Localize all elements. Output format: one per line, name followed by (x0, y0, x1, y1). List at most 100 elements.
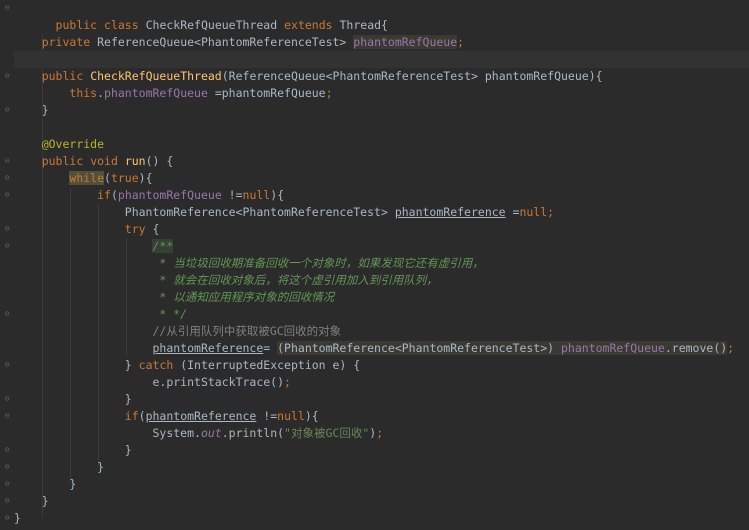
code-editor[interactable]: ⊖ ⊖ ⊖ ⊖ ⊖ ⊖ ⊖ ⊖ ⊖ ⊖ ⊖ ⊖ ⊖ ⊖ ⊖ ⊖ ⊖ public… (0, 0, 749, 530)
code-line-3[interactable]: private ReferenceQueue<PhantomReferenceT… (14, 34, 749, 51)
token-semicolon: ; (325, 86, 333, 100)
token-punct: ( (138, 409, 146, 423)
token-field: phantomRefQueue (117, 188, 222, 202)
token-variable: phantomReference (145, 409, 257, 423)
code-line-29[interactable]: } (14, 476, 749, 493)
code-line-20[interactable]: //从引用队列中获取被GC回收的对象 (14, 323, 749, 340)
code-line-5[interactable]: public CheckRefQueueThread(ReferenceQueu… (14, 68, 749, 85)
token-keyword: try (124, 222, 146, 236)
code-line-12[interactable]: if(phantomRefQueue !=null){ (14, 187, 749, 204)
token-method: run (124, 154, 146, 168)
code-line-30[interactable]: } (14, 493, 749, 510)
fold-marker-icon[interactable]: ⊖ (4, 157, 10, 165)
token-brace: } (41, 494, 49, 508)
token-keyword: extends (284, 18, 333, 32)
token-brace: } (97, 460, 105, 474)
code-line-27[interactable]: } (14, 442, 749, 459)
code-line-21[interactable]: phantomReference= (PhantomReference<Phan… (14, 340, 749, 357)
token-keyword: public (55, 18, 98, 32)
token-brace: } (69, 477, 77, 491)
token-brace: } (124, 392, 132, 406)
token-brace: } (124, 358, 139, 372)
code-line-4-caret[interactable] (14, 51, 749, 68)
code-line-17[interactable]: * 就会在回收对象后，将这个虚引用加入到引用队列， (14, 272, 749, 289)
token-keyword: public (41, 154, 84, 168)
token-field: phantomRefQueue (104, 86, 208, 100)
code-line-23[interactable]: e.printStackTrace(); (14, 374, 749, 391)
token-string: "对象被GC回收" (284, 426, 370, 440)
token-punct: ( (104, 171, 111, 185)
token-doc-comment: * 以通知应用程序对象的回收情况 (152, 290, 335, 304)
fold-marker-icon[interactable]: ⊖ (4, 310, 10, 318)
fold-marker-icon[interactable]: ⊖ (4, 446, 10, 454)
token-variable: phantomReference (152, 341, 264, 355)
fold-marker-icon[interactable]: ⊖ (4, 361, 10, 369)
code-line-31[interactable]: } (14, 510, 749, 527)
fold-marker-icon[interactable]: ⊖ (4, 497, 10, 505)
fold-marker-icon[interactable]: ⊖ (4, 191, 10, 199)
fold-marker-icon[interactable]: ⊖ (4, 242, 10, 250)
code-line-13[interactable]: PhantomReference<PhantomReferenceTest> p… (14, 204, 749, 221)
code-line-9[interactable]: @Override (14, 136, 749, 153)
token-keyword: while (69, 171, 105, 185)
code-line-25[interactable]: if(phantomReference !=null){ (14, 408, 749, 425)
token-variable: phantomReference (394, 205, 506, 219)
code-line-7[interactable]: } (14, 102, 749, 119)
token-superclass: Thread{ (339, 18, 388, 32)
token-operator: != (256, 409, 278, 423)
fold-marker-icon[interactable]: ⊖ (4, 225, 10, 233)
fold-marker-icon[interactable]: ⊖ (4, 463, 10, 471)
fold-marker-icon[interactable]: ⊖ (4, 514, 10, 522)
code-line-6[interactable]: this.phantomRefQueue =phantomRefQueue; (14, 85, 749, 102)
fold-marker-icon[interactable]: ⊖ (4, 106, 10, 114)
token-static-field: out (200, 426, 222, 440)
token-params: (ReferenceQueue<PhantomReferenceTest> ph… (221, 69, 603, 83)
code-area[interactable]: public class CheckRefQueueThread extends… (14, 0, 749, 530)
code-line-15[interactable]: /** (14, 238, 749, 255)
token-doc-comment: /** (152, 239, 174, 253)
cast-expression-highlight: (PhantomReference<PhantomReferenceTest>)… (277, 341, 728, 355)
token-punct: ){ (138, 171, 153, 185)
token-operator: = (505, 205, 520, 219)
token-keyword: this (69, 86, 98, 100)
token-class-ref: System. (152, 426, 201, 440)
code-line-26[interactable]: System.out.println("对象被GC回收"); (14, 425, 749, 442)
token-constructor: CheckRefQueueThread (90, 69, 222, 83)
token-cast: (PhantomReference<PhantomReferenceTest>) (277, 341, 561, 355)
token-punct: ){ (304, 409, 319, 423)
code-line-18[interactable]: * 以通知应用程序对象的回收情况 (14, 289, 749, 306)
code-line-11[interactable]: while(true){ (14, 170, 749, 187)
token-keyword: if (97, 188, 111, 202)
token-method-call: .remove() (664, 341, 728, 355)
code-line-10[interactable]: public void run() { (14, 153, 749, 170)
code-line-22[interactable]: } catch (InterruptedException e) { (14, 357, 749, 374)
code-line-16[interactable]: * 当垃圾回收期准备回收一个对象时，如果发现它还有虚引用， (14, 255, 749, 272)
fold-marker-icon[interactable]: ⊖ (4, 72, 10, 80)
token-keyword: class (104, 18, 139, 32)
token-punct: { (145, 222, 160, 236)
code-line-1[interactable]: public class CheckRefQueueThread extends… (14, 0, 749, 32)
token-method-call: .println( (221, 426, 285, 440)
token-annotation: @Override (41, 137, 105, 151)
token-semicolon: ; (376, 426, 384, 440)
fold-marker-icon[interactable]: ⊖ (4, 174, 10, 182)
token-keyword: public (41, 69, 84, 83)
code-line-14[interactable]: try { (14, 221, 749, 238)
code-line-19[interactable]: * */ (14, 306, 749, 323)
token-punct: ( (110, 188, 118, 202)
token-operator: != (221, 188, 243, 202)
fold-marker-icon[interactable]: ⊖ (4, 412, 10, 420)
fold-marker-icon[interactable]: ⊖ (4, 395, 10, 403)
token-doc-comment: * */ (152, 307, 188, 321)
code-line-24[interactable]: } (14, 391, 749, 408)
editor-gutter: ⊖ ⊖ ⊖ ⊖ ⊖ ⊖ ⊖ ⊖ ⊖ ⊖ ⊖ ⊖ ⊖ ⊖ ⊖ ⊖ ⊖ (0, 0, 14, 530)
token-keyword: catch (138, 358, 174, 372)
token-comment: //从引用队列中获取被GC回收的对象 (152, 324, 342, 338)
fold-marker-icon[interactable]: ⊖ (4, 480, 10, 488)
token-brace: } (14, 511, 21, 525)
fold-marker-icon[interactable]: ⊖ (4, 4, 10, 12)
code-line-28[interactable]: } (14, 459, 749, 476)
token-field: phantomRefQueue (353, 35, 458, 49)
token-keyword: null (519, 205, 548, 219)
token-semicolon: ; (457, 35, 465, 49)
